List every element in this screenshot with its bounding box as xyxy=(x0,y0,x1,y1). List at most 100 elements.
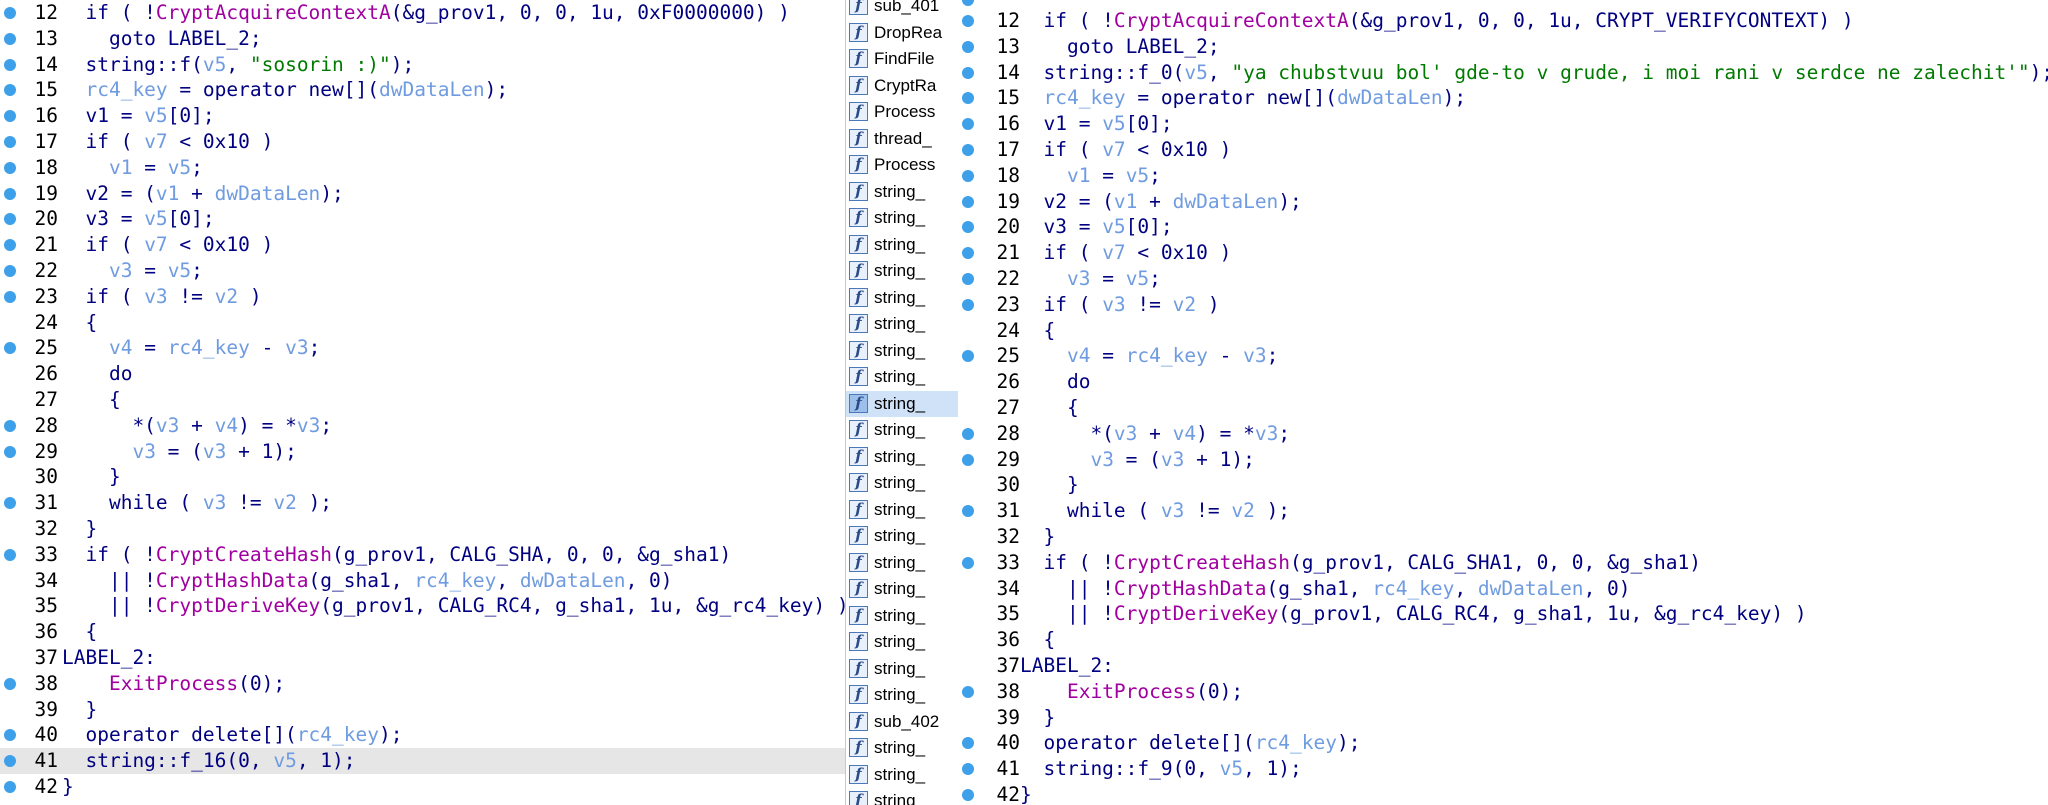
code-line[interactable]: 23 if ( v3 != v2 ) xyxy=(958,292,2048,318)
function-list-item[interactable]: f string_ xyxy=(846,523,959,550)
code-text[interactable]: { xyxy=(62,619,97,645)
code-text[interactable]: v4 = rc4_key - v3; xyxy=(62,335,320,361)
function-list-item[interactable]: f string_ xyxy=(846,390,959,417)
code-text[interactable]: v3 = (v3 + 1); xyxy=(1020,447,1254,473)
left-pseudocode-pane[interactable]: 12 if ( !CryptAcquireContextA(&g_prov1, … xyxy=(0,0,845,805)
code-line[interactable]: 29 v3 = (v3 + 1); xyxy=(0,439,845,465)
code-line[interactable]: 34 || !CryptHashData(g_sha1, rc4_key, dw… xyxy=(0,568,845,594)
code-line[interactable]: 40 operator delete[](rc4_key); xyxy=(0,722,845,748)
code-text[interactable]: while ( v3 != v2 ); xyxy=(62,490,332,516)
code-text[interactable]: ExitProcess(0); xyxy=(1020,679,1243,705)
code-line[interactable]: 25 v4 = rc4_key - v3; xyxy=(958,343,2048,369)
code-line[interactable]: 17 if ( v7 < 0x10 ) xyxy=(0,129,845,155)
code-line[interactable]: 28 *(v3 + v4) = *v3; xyxy=(958,421,2048,447)
code-text[interactable]: string::f_9(0, v5, 1); xyxy=(1020,756,1301,782)
code-text[interactable]: string::f_0(v5, "ya chubstvuu bol' gde-t… xyxy=(1020,60,2048,86)
code-text[interactable]: do xyxy=(1020,369,1091,395)
code-text[interactable]: LABEL_2: xyxy=(62,645,156,671)
code-line[interactable]: 42} xyxy=(0,774,845,800)
code-line[interactable]: 25 v4 = rc4_key - v3; xyxy=(0,335,845,361)
code-line[interactable]: 14 string::f_0(v5, "ya chubstvuu bol' gd… xyxy=(958,60,2048,86)
code-line[interactable]: 31 while ( v3 != v2 ); xyxy=(958,498,2048,524)
line-marker-dot-icon[interactable] xyxy=(962,195,974,208)
code-line[interactable]: 29 v3 = (v3 + 1); xyxy=(958,447,2048,473)
code-text[interactable]: } xyxy=(1020,705,1055,731)
line-marker-dot-icon[interactable] xyxy=(962,556,974,569)
code-line[interactable]: 20 v3 = v5[0]; xyxy=(958,214,2048,240)
code-line[interactable]: 39 } xyxy=(958,705,2048,731)
code-text[interactable]: rc4_key = operator new[](dwDataLen); xyxy=(1020,85,1466,111)
line-marker-dot-icon[interactable] xyxy=(962,118,974,131)
code-line[interactable]: 20 v3 = v5[0]; xyxy=(0,206,845,232)
code-text[interactable]: || !CryptDeriveKey(g_prov1, CALG_RC4, g_… xyxy=(62,593,845,619)
code-line[interactable]: 38 ExitProcess(0); xyxy=(958,679,2048,705)
function-list-item[interactable]: f string_ xyxy=(846,735,959,762)
function-list-item[interactable]: f string_ xyxy=(846,258,959,285)
line-marker-dot-icon[interactable] xyxy=(962,763,974,776)
code-line[interactable]: 32 } xyxy=(958,524,2048,550)
line-marker-dot-icon[interactable] xyxy=(962,40,974,53)
function-list-item[interactable]: f string_ xyxy=(846,629,959,656)
code-text[interactable]: } xyxy=(1020,782,1032,805)
code-line[interactable]: 37 LABEL_2: xyxy=(958,653,2048,679)
function-list-item[interactable]: f string_ xyxy=(846,338,959,365)
code-text[interactable]: } xyxy=(1020,524,1055,550)
code-line[interactable]: 41 string::f_16(0, v5, 1); xyxy=(0,748,845,774)
code-text[interactable]: } xyxy=(62,697,97,723)
line-marker-dot-icon[interactable] xyxy=(962,169,974,182)
function-list-item[interactable]: f sub_402 xyxy=(846,709,959,736)
function-list-item[interactable]: f string_ xyxy=(846,232,959,259)
line-marker-dot-icon[interactable] xyxy=(962,15,974,27)
function-list-item[interactable]: f DropRea xyxy=(846,20,959,47)
line-marker-dot-icon[interactable] xyxy=(962,66,974,79)
code-line[interactable]: 13 goto LABEL_2; xyxy=(0,26,845,52)
code-text[interactable]: v2 = (v1 + dwDataLen); xyxy=(1020,189,1301,215)
code-line[interactable]: 17 if ( v7 < 0x10 ) xyxy=(958,137,2048,163)
code-line[interactable]: 30 } xyxy=(0,464,845,490)
code-text[interactable]: if ( v3 != v2 ) xyxy=(62,284,261,310)
code-line[interactable]: 22 v3 = v5; xyxy=(958,266,2048,292)
line-marker-dot-icon[interactable] xyxy=(962,92,974,105)
function-list-item[interactable]: f string_ xyxy=(846,576,959,603)
function-list-item[interactable]: f string_ xyxy=(846,285,959,312)
line-marker-dot-icon[interactable] xyxy=(962,427,974,440)
function-list-item[interactable]: f string_ xyxy=(846,444,959,471)
code-line[interactable]: 30 } xyxy=(958,472,2048,498)
code-text[interactable]: v3 = v5; xyxy=(62,258,203,284)
line-marker-dot-icon[interactable] xyxy=(962,788,974,801)
code-text[interactable]: v3 = (v3 + 1); xyxy=(62,439,296,465)
code-line[interactable]: 24 { xyxy=(958,318,2048,344)
code-line[interactable]: 27 { xyxy=(0,387,845,413)
code-text[interactable]: { xyxy=(1020,395,1079,421)
code-line[interactable]: 13 goto LABEL_2; xyxy=(958,34,2048,60)
code-text[interactable]: goto LABEL_2; xyxy=(1020,34,1220,60)
code-text[interactable]: v1 = v5; xyxy=(62,155,203,181)
function-list-item[interactable]: f CryptRa xyxy=(846,73,959,100)
code-text[interactable]: v3 = v5[0]; xyxy=(1020,214,1172,240)
code-line[interactable]: 14 string::f(v5, "sosorin :)"); xyxy=(0,52,845,78)
code-text[interactable]: if ( v7 < 0x10 ) xyxy=(62,232,273,258)
function-list-item[interactable]: f string_ xyxy=(846,205,959,232)
code-line[interactable]: 37 LABEL_2: xyxy=(0,645,845,671)
code-text[interactable]: v2 = (v1 + dwDataLen); xyxy=(62,181,343,207)
code-line[interactable]: 34 || !CryptHashData(g_sha1, rc4_key, dw… xyxy=(958,576,2048,602)
code-text[interactable]: if ( !CryptCreateHash(g_prov1, CALG_SHA,… xyxy=(62,542,731,568)
code-text[interactable]: { xyxy=(62,387,121,413)
code-line[interactable]: 33 if ( !CryptCreateHash(g_prov1, CALG_S… xyxy=(958,550,2048,576)
code-text[interactable]: *(v3 + v4) = *v3; xyxy=(1020,421,1290,447)
code-line[interactable]: 12 if ( !CryptAcquireContextA(&g_prov1, … xyxy=(0,0,845,26)
code-text[interactable]: ExitProcess(0); xyxy=(62,671,285,697)
code-text[interactable]: { xyxy=(1020,627,1055,653)
code-text[interactable]: operator delete[](rc4_key); xyxy=(1020,730,1360,756)
code-text[interactable]: goto LABEL_2; xyxy=(62,26,262,52)
code-line[interactable]: 23 if ( v3 != v2 ) xyxy=(0,284,845,310)
code-line[interactable]: 40 operator delete[](rc4_key); xyxy=(958,730,2048,756)
function-list-item[interactable]: f string_ xyxy=(846,417,959,444)
code-line[interactable]: 28 *(v3 + v4) = *v3; xyxy=(0,413,845,439)
function-list-item[interactable]: f string_ xyxy=(846,762,959,789)
code-text[interactable]: v4 = rc4_key - v3; xyxy=(1020,343,1278,369)
code-text[interactable]: *(v3 + v4) = *v3; xyxy=(62,413,332,439)
code-line[interactable]: 33 if ( !CryptCreateHash(g_prov1, CALG_S… xyxy=(0,542,845,568)
code-line[interactable]: 15 rc4_key = operator new[](dwDataLen); xyxy=(0,77,845,103)
code-line[interactable]: 19 v2 = (v1 + dwDataLen); xyxy=(958,189,2048,215)
